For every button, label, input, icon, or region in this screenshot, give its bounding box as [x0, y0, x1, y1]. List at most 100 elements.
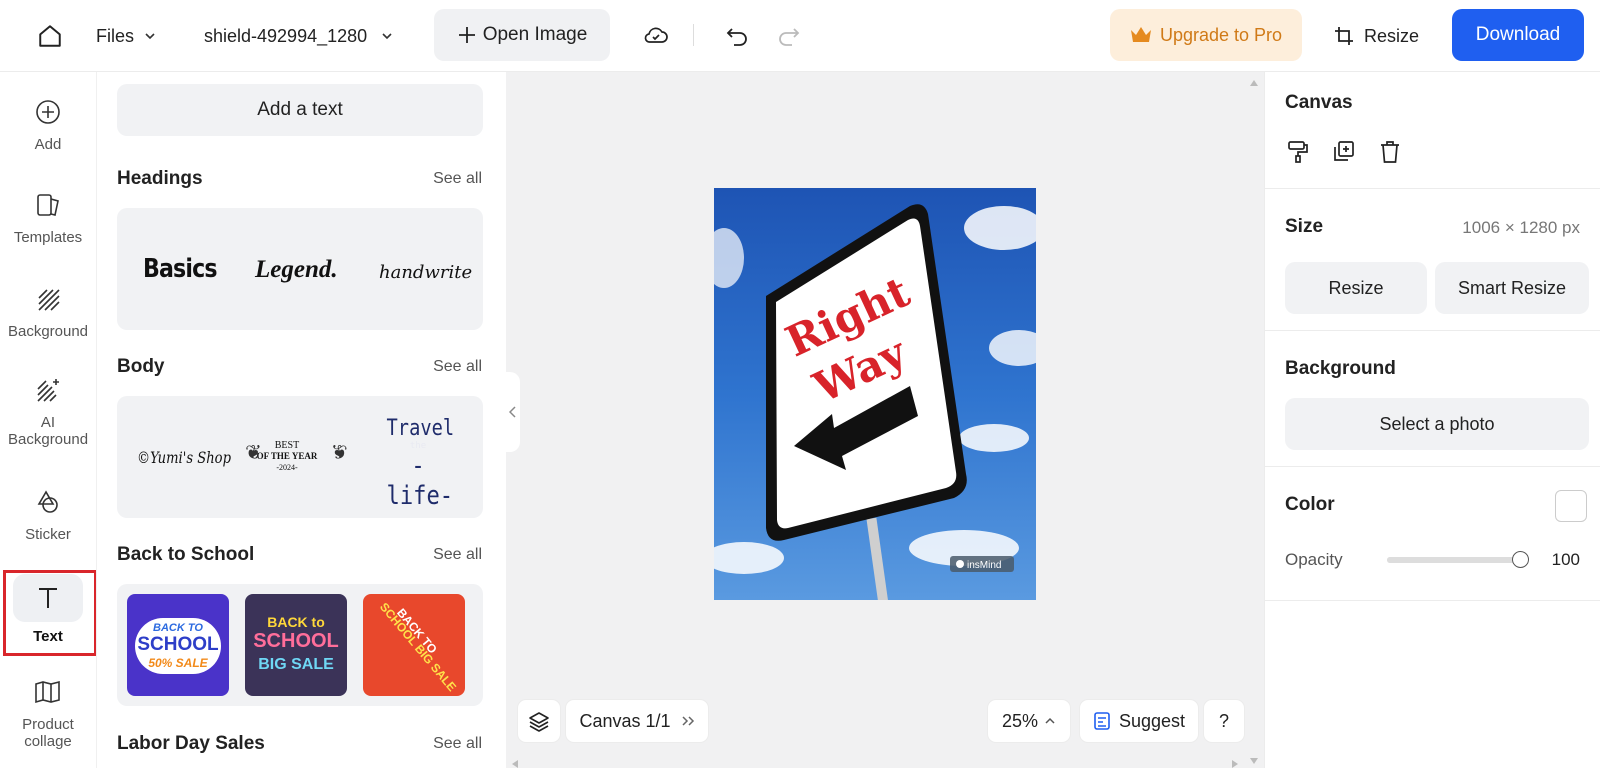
headings-card[interactable]: Basics Legend. handwrite — [117, 208, 483, 330]
collapse-panel-button[interactable] — [506, 372, 520, 452]
rail-item-background[interactable]: Background — [0, 279, 96, 340]
file-name-menu[interactable]: shield-492994_1280 — [204, 16, 393, 56]
heading-sample-basics[interactable]: Basics — [143, 254, 217, 284]
scroll-down-arrow[interactable] — [1250, 758, 1258, 764]
see-all-body[interactable]: See all — [433, 358, 482, 376]
rail-item-product-collage[interactable]: Product collage — [0, 672, 96, 750]
section-title-labor-day-sales: Labor Day Sales — [117, 733, 265, 754]
layers-button[interactable] — [518, 700, 560, 742]
travel-life-sample[interactable]: Travel the -life- — [381, 416, 455, 511]
open-image-button[interactable]: Open Image — [434, 9, 610, 61]
crown-icon — [1130, 27, 1151, 42]
heading-sample-legend[interactable]: Legend. — [255, 256, 338, 284]
upgrade-to-pro-button[interactable]: Upgrade to Pro — [1110, 9, 1302, 61]
select-photo-button[interactable]: Select a photo — [1285, 398, 1589, 450]
rail-label: Templates — [13, 229, 83, 246]
download-button[interactable]: Download — [1452, 9, 1584, 61]
suggest-button[interactable]: Suggest — [1080, 700, 1198, 742]
canvas-artboard[interactable]: Right Way insMind — [714, 188, 1036, 600]
help-button[interactable]: ? — [1204, 700, 1244, 742]
home-button[interactable] — [30, 16, 70, 56]
see-all-headings[interactable]: See all — [433, 170, 482, 188]
canvas-page-label: Canvas 1/1 — [579, 710, 671, 731]
canvas-properties-panel: Canvas Size 1006 × 1280 px Resize Smart … — [1264, 72, 1600, 768]
background-icon — [38, 289, 60, 311]
select-photo-label: Select a photo — [1379, 413, 1495, 434]
redo-icon — [779, 28, 800, 46]
thumb1-line3: 50% SALE — [148, 656, 208, 670]
templates-icon — [37, 194, 59, 216]
chevron-down-icon — [145, 33, 155, 40]
template-thumb-back-to-school-3[interactable]: BACK TO SCHOOL BIG SALE — [363, 594, 465, 696]
heading-sample-handwrite[interactable]: handwrite — [379, 262, 472, 283]
opacity-slider-thumb[interactable] — [1512, 551, 1529, 568]
divider — [1265, 466, 1600, 467]
template-thumb-back-to-school-2[interactable]: BACK to SCHOOL BIG SALE — [245, 594, 347, 696]
smart-resize-button[interactable]: Smart Resize — [1435, 262, 1589, 314]
props-title: Canvas — [1285, 92, 1353, 113]
rail-item-ai-background[interactable]: AI Background — [0, 370, 96, 448]
resize-button[interactable]: Resize — [1334, 16, 1419, 56]
color-swatch[interactable] — [1555, 490, 1587, 522]
canvas-pages-button[interactable]: Canvas 1/1 — [566, 700, 708, 742]
add-text-button[interactable]: Add a text — [117, 84, 483, 136]
ai-background-icon — [37, 379, 59, 402]
back-to-school-card: BACK TO SCHOOL 50% SALE BACK to SCHOOL B… — [117, 584, 483, 706]
scroll-up-arrow[interactable] — [1250, 80, 1258, 86]
year-text: -2024- — [276, 463, 298, 472]
divider — [1265, 600, 1600, 601]
background-label: Background — [1285, 358, 1396, 379]
duplicate-button[interactable] — [1333, 140, 1355, 169]
resize-label: Resize — [1364, 25, 1420, 46]
download-label: Download — [1475, 24, 1561, 45]
plus-circle-icon — [36, 100, 60, 124]
redo-button[interactable] — [768, 16, 808, 56]
size-value: 1006 × 1280 px — [1462, 218, 1580, 237]
rail-label: Product collage — [22, 716, 74, 750]
files-menu[interactable]: Files — [96, 16, 156, 56]
text-panel: Add a text Headings See all Basics Legen… — [96, 72, 506, 768]
template-thumb-back-to-school-1[interactable]: BACK TO SCHOOL 50% SALE — [127, 594, 229, 696]
cloud-save-button[interactable] — [636, 16, 676, 56]
of-the-year-text: OF THE YEAR — [256, 451, 318, 461]
format-painter-button[interactable] — [1287, 140, 1309, 169]
rail-item-sticker[interactable]: Sticker — [0, 482, 96, 543]
scroll-left-arrow[interactable] — [512, 760, 518, 768]
best-of-year-sample[interactable]: BEST OF THE YEAR -2024- — [255, 440, 319, 473]
scroll-right-arrow[interactable] — [1232, 760, 1238, 768]
opacity-value[interactable]: 100 — [1552, 550, 1580, 570]
rail-label: Sticker — [25, 526, 71, 543]
rail-item-add[interactable]: Add — [0, 92, 96, 153]
thumb3-line2: SCHOOL BIG SALE — [376, 599, 460, 695]
duplicate-icon — [1334, 141, 1354, 161]
file-name: shield-492994_1280 — [204, 25, 368, 46]
color-label: Color — [1285, 494, 1335, 515]
opacity-slider-track[interactable] — [1387, 557, 1521, 563]
see-all-back-to-school[interactable]: See all — [433, 546, 482, 564]
cloud-sync-icon — [644, 27, 668, 43]
thumb2-line1: BACK to — [267, 614, 325, 630]
delete-button[interactable] — [1379, 140, 1401, 169]
zoom-control[interactable]: 25% — [988, 700, 1070, 742]
the-text: the — [409, 441, 427, 451]
sticker-icon — [37, 490, 58, 513]
plus-icon — [458, 27, 475, 43]
smart-resize-label: Smart Resize — [1457, 277, 1567, 298]
thumb1-line1: BACK TO — [153, 622, 203, 634]
watermark-text: insMind — [967, 560, 1001, 571]
rail-label: Add — [34, 136, 62, 153]
thumb2-line2: SCHOOL — [253, 630, 339, 652]
double-chevron-right-icon — [682, 716, 694, 726]
undo-button[interactable] — [718, 16, 758, 56]
props-resize-button[interactable]: Resize — [1285, 262, 1427, 314]
see-all-labor-day[interactable]: See all — [433, 735, 482, 753]
body-sample-yumis-shop[interactable]: ©Yumi's Shop — [137, 448, 231, 467]
collage-icon — [35, 680, 60, 704]
add-text-label: Add a text — [257, 99, 343, 120]
zoom-value: 25% — [1001, 710, 1039, 731]
toolbar-divider — [693, 24, 694, 46]
thumb1-line2: SCHOOL — [137, 634, 219, 655]
life-text: -life- — [386, 451, 454, 511]
rail-item-templates[interactable]: Templates — [0, 185, 96, 246]
body-card[interactable]: ©Yumi's Shop ❦ BEST OF THE YEAR -2024- ❦… — [117, 396, 483, 518]
